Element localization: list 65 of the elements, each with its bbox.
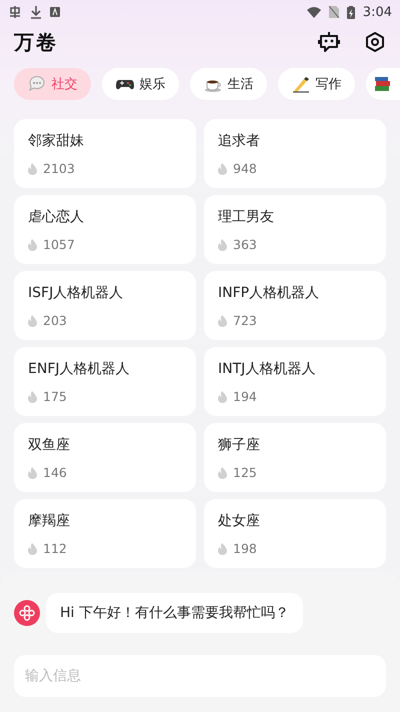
popularity-count: 948 [233, 161, 257, 176]
category-tab[interactable]: 写作 [278, 68, 355, 100]
popularity-count: 112 [43, 541, 67, 556]
flame-icon [218, 390, 227, 402]
popularity-count: 175 [43, 389, 67, 404]
flame-icon [28, 314, 37, 326]
robot-icon[interactable] [318, 31, 340, 53]
bot-card[interactable]: 摩羯座 112 [14, 499, 196, 568]
bot-card[interactable]: INFP人格机器人 723 [204, 271, 386, 340]
speech-bubble-icon [28, 75, 46, 93]
app-notification-icon [50, 7, 60, 17]
flame-icon [218, 162, 227, 174]
bot-name: 处女座 [218, 512, 261, 530]
popularity-count: 194 [233, 389, 257, 404]
bot-name: 双鱼座 [28, 436, 71, 454]
bot-card[interactable]: 虐心恋人 1057 [14, 195, 196, 264]
flame-icon [28, 390, 37, 402]
settings-icon[interactable] [364, 31, 386, 53]
bot-name: 虐心恋人 [28, 208, 85, 226]
clock-time: 3:04 [362, 4, 392, 20]
bot-name: 追求者 [218, 132, 261, 150]
bot-card[interactable]: ENFJ人格机器人 175 [14, 347, 196, 416]
popularity-count: 203 [43, 313, 67, 328]
bot-name: INTJ人格机器人 [218, 360, 316, 378]
wifi-icon [306, 6, 321, 18]
bot-name: ENFJ人格机器人 [28, 360, 130, 378]
bot-name: ISFJ人格机器人 [28, 284, 124, 302]
bot-name: 狮子座 [218, 436, 261, 454]
bot-name: 邻家甜妹 [28, 132, 85, 150]
flame-icon [28, 542, 37, 554]
flame-icon [218, 238, 227, 250]
bot-name: 理工男友 [218, 208, 275, 226]
books-icon [374, 75, 392, 93]
popularity-count: 1057 [43, 237, 75, 252]
no-sim-icon [328, 6, 339, 18]
bot-card[interactable]: 邻家甜妹 2103 [14, 119, 196, 188]
flame-icon [28, 162, 37, 174]
bot-card[interactable]: 处女座 198 [204, 499, 386, 568]
popularity-count: 198 [233, 541, 257, 556]
popularity-count: 146 [43, 465, 67, 480]
chat-message: Hi 下午好！有什么事需要我帮忙吗？ [46, 593, 303, 633]
bot-card[interactable]: 狮子座 125 [204, 423, 386, 492]
popularity-count: 125 [233, 465, 257, 480]
app-title: 万卷 [14, 28, 59, 56]
flame-icon [28, 466, 37, 478]
bot-card[interactable]: ISFJ人格机器人 203 [14, 271, 196, 340]
popularity-count: 723 [233, 313, 257, 328]
category-tab[interactable]: 娱乐 [102, 68, 179, 100]
bot-name: INFP人格机器人 [218, 284, 320, 302]
bot-name: 摩羯座 [28, 512, 71, 530]
bot-avatar-icon [14, 600, 40, 626]
popularity-count: 2103 [43, 161, 75, 176]
flame-icon [28, 238, 37, 250]
bot-card[interactable]: 理工男友 363 [204, 195, 386, 264]
download-icon [30, 5, 42, 19]
flame-icon [218, 314, 227, 326]
category-tab[interactable]: 生活 [190, 68, 267, 100]
bot-card[interactable]: 双鱼座 146 [14, 423, 196, 492]
bot-card[interactable]: INTJ人格机器人 194 [204, 347, 386, 416]
bot-card[interactable]: 追求者 948 [204, 119, 386, 188]
battery-icon [346, 6, 355, 18]
message-input[interactable]: 输入信息 [14, 655, 386, 697]
flame-icon [218, 542, 227, 554]
flame-icon [218, 466, 227, 478]
popularity-count: 363 [233, 237, 257, 252]
